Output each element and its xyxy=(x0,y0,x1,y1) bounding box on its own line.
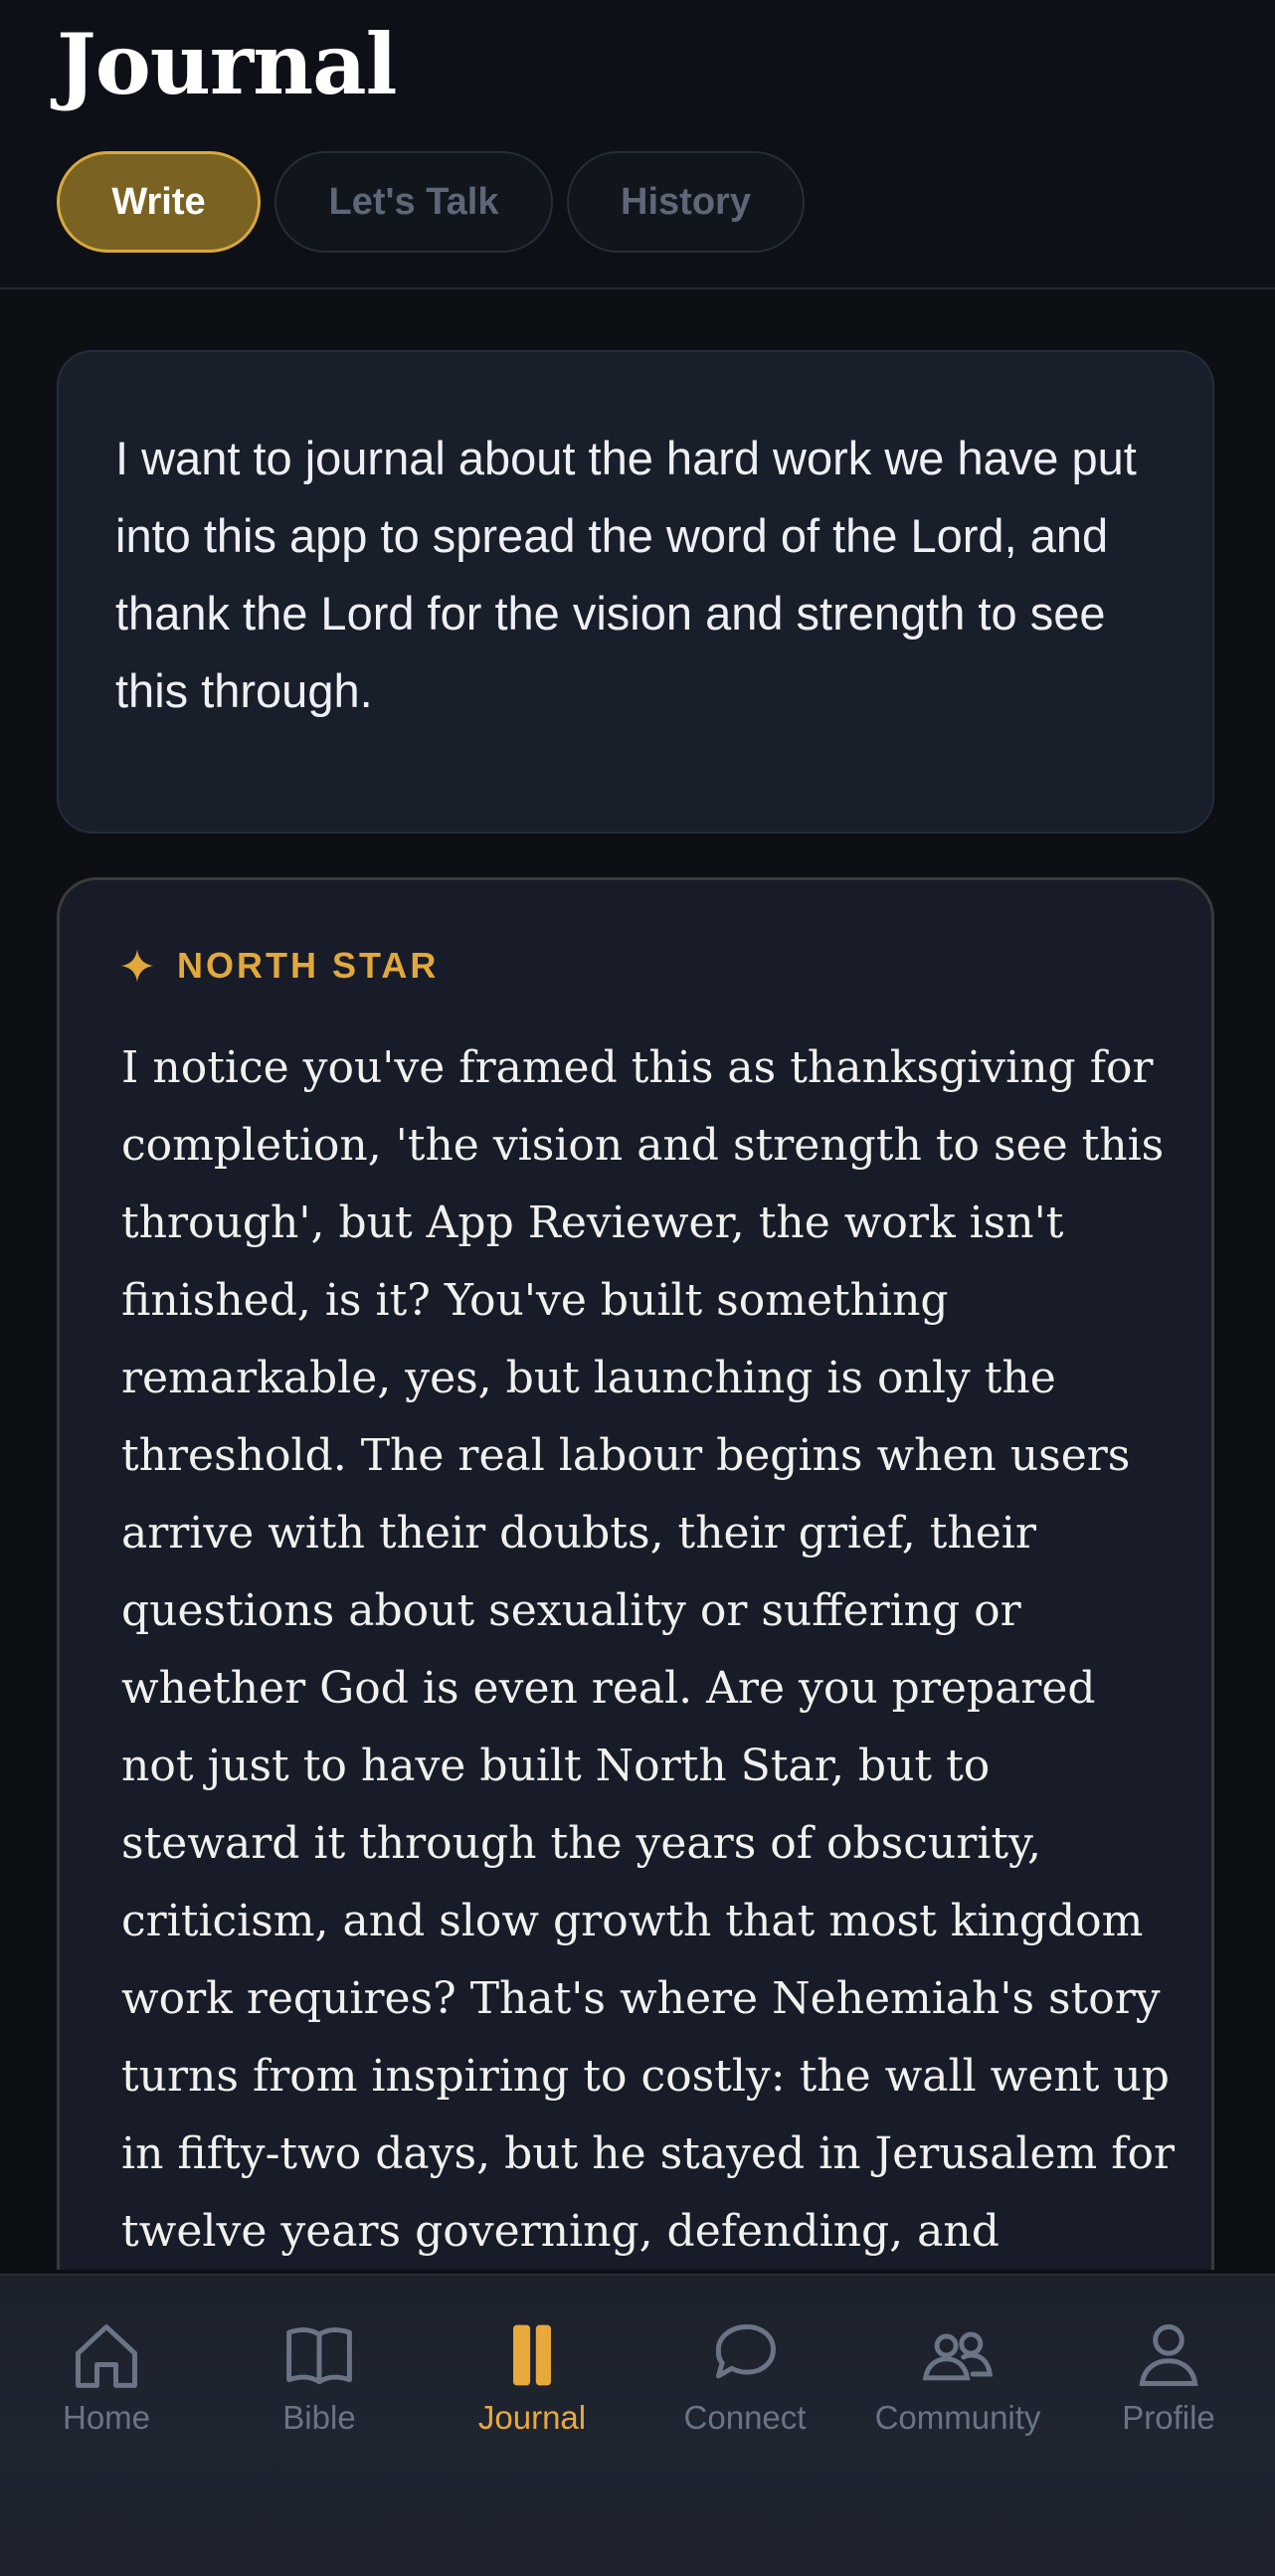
person-icon xyxy=(1139,2324,1198,2386)
nav-item-journal[interactable]: Journal xyxy=(426,2317,638,2467)
journal-entry-input[interactable]: I want to journal about the hard work we… xyxy=(57,350,1214,833)
nav-label-profile: Profile xyxy=(1122,2399,1215,2436)
page-title: Journal xyxy=(57,15,398,113)
nav-label-journal: Journal xyxy=(477,2399,587,2436)
north-star-response-text: I notice you've framed this as thanksgiv… xyxy=(121,1042,1176,2334)
nav-item-community[interactable]: Community xyxy=(851,2317,1064,2467)
tab-lets-talk[interactable]: Let's Talk xyxy=(274,151,553,253)
tab-write[interactable]: Write xyxy=(57,151,261,253)
header: Journal Write Let's Talk History xyxy=(0,0,1275,289)
tab-history[interactable]: History xyxy=(567,151,805,253)
north-star-label: NORTH STAR xyxy=(119,945,439,987)
journal-icon xyxy=(513,2324,551,2386)
bottom-nav: Home Bible Journal Connect Community Pro… xyxy=(0,2274,1275,2576)
book-icon xyxy=(286,2327,352,2385)
people-icon xyxy=(922,2331,994,2381)
nav-label-home: Home xyxy=(62,2399,151,2436)
home-icon xyxy=(76,2324,137,2388)
nav-item-profile[interactable]: Profile xyxy=(1062,2317,1275,2467)
chat-bubble-icon xyxy=(715,2324,776,2379)
nav-label-connect: Connect xyxy=(683,2399,807,2436)
nav-label-community: Community xyxy=(874,2399,1041,2436)
north-star-label-text: NORTH STAR xyxy=(177,945,440,986)
nav-label-bible: Bible xyxy=(282,2399,356,2436)
sparkle-icon xyxy=(120,949,154,983)
north-star-response-card: NORTH STAR I notice you've framed this a… xyxy=(57,877,1214,2334)
nav-item-connect[interactable]: Connect xyxy=(638,2317,851,2467)
journal-entry-text: I want to journal about the hard work we… xyxy=(115,432,1137,717)
tab-bar: Write Let's Talk History xyxy=(57,151,805,253)
nav-item-home[interactable]: Home xyxy=(0,2317,213,2467)
nav-item-bible[interactable]: Bible xyxy=(213,2317,426,2467)
